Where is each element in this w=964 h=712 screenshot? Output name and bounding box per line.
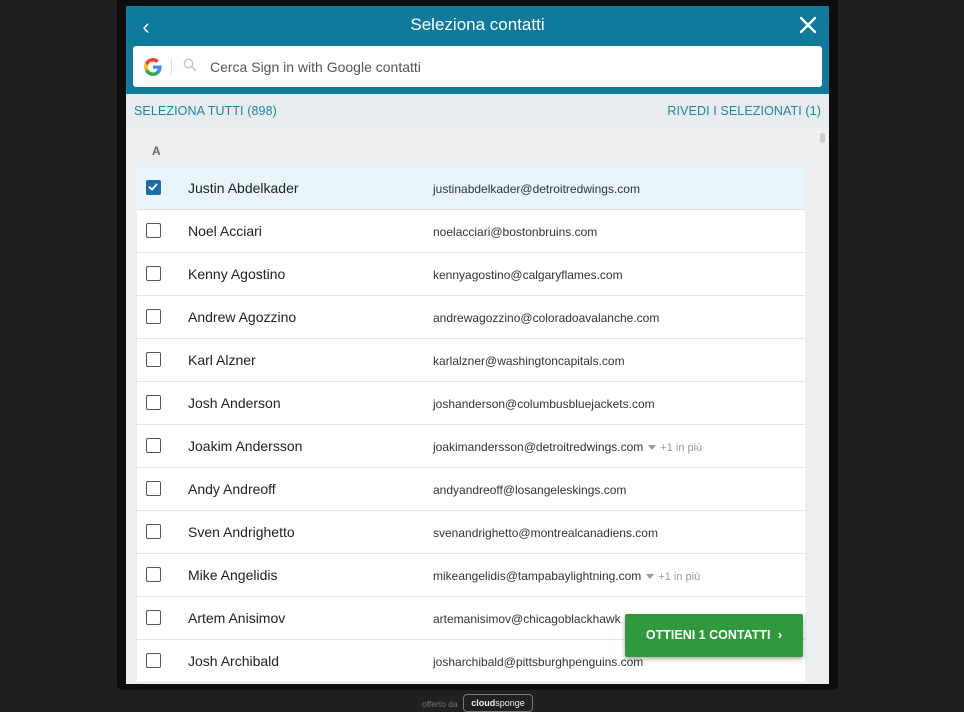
contact-checkbox[interactable] bbox=[146, 266, 161, 281]
modal-title: Seleziona contatti bbox=[410, 15, 545, 34]
contact-picker-modal: ‹ Seleziona contatti SELEZIONA T bbox=[126, 6, 829, 684]
contact-name: Andy Andreoff bbox=[188, 481, 276, 497]
contact-row[interactable]: Josh Anderson joshanderson@columbusblueja… bbox=[137, 382, 805, 425]
contact-row[interactable]: Noel Acciari noelacciari@bostonbruins.com bbox=[137, 210, 805, 253]
contact-email-text: kennyagostino@calgaryflames.com bbox=[433, 268, 623, 282]
contact-name: Mike Angelidis bbox=[188, 567, 278, 583]
scrollbar-thumb[interactable] bbox=[820, 133, 825, 143]
contact-row[interactable]: Sven Andrighetto svenandrighetto@montreal… bbox=[137, 511, 805, 554]
contact-email: joshanderson@columbusbluejackets.com bbox=[433, 397, 655, 411]
contact-row[interactable]: Andrew Agozzino andrewagozzino@coloradoav… bbox=[137, 296, 805, 339]
contact-email-text: josharchibald@pittsburghpenguins.com bbox=[433, 655, 644, 669]
contact-name: Kenny Agostino bbox=[188, 266, 286, 282]
contact-email-text: noelacciari@bostonbruins.com bbox=[433, 225, 598, 239]
contact-email-text: svenandrighetto@montrealcanadiens.com bbox=[433, 526, 658, 540]
contact-email: svenandrighetto@montrealcanadiens.com bbox=[433, 526, 658, 540]
contact-email: justinabdelkader@detroitredwings.com bbox=[433, 182, 640, 196]
contact-email-text: justinabdelkader@detroitredwings.com bbox=[433, 182, 640, 196]
contact-email: andyandreoff@losangeleskings.com bbox=[433, 483, 626, 497]
contact-email-text: andrewagozzino@coloradoavalanche.com bbox=[433, 311, 660, 325]
contact-checkbox[interactable] bbox=[146, 223, 161, 238]
contact-row[interactable]: Karl Alzner karlalzner@washingtoncapitals… bbox=[137, 339, 805, 382]
contact-row[interactable]: Justin Abdelkader justinabdelkader@detroi… bbox=[137, 167, 805, 210]
contact-email: mikeangelidis@tampabaylightning.com +1 in… bbox=[433, 569, 700, 583]
contact-row[interactable]: Joakim Andersson joakimandersson@detroitr… bbox=[137, 425, 805, 468]
contact-email-text: karlalzner@washingtoncapitals.com bbox=[433, 354, 625, 368]
contact-checkbox[interactable] bbox=[146, 352, 161, 367]
cloudsponge-logo[interactable]: cloudsponge bbox=[463, 694, 533, 712]
contact-email: joakimandersson@detroitredwings.com +1 in… bbox=[433, 440, 702, 454]
contact-email-text: joakimandersson@detroitredwings.com bbox=[433, 440, 644, 454]
contact-email-text: mikeangelidis@tampabaylightning.com bbox=[433, 569, 642, 583]
contact-name: Josh Anderson bbox=[188, 395, 281, 411]
checkmark-icon bbox=[148, 183, 158, 191]
close-icon bbox=[799, 16, 817, 34]
contact-email: andrewagozzino@coloradoavalanche.com bbox=[433, 311, 659, 325]
section-letter: A bbox=[152, 144, 161, 158]
contact-name: Sven Andrighetto bbox=[188, 524, 295, 540]
contact-checkbox[interactable] bbox=[146, 524, 161, 539]
chevron-right-icon: › bbox=[777, 628, 783, 642]
contact-email-text: artemanisimov@chicagoblackhawk bbox=[433, 612, 621, 626]
contact-email: noelacciari@bostonbruins.com bbox=[433, 225, 597, 239]
caret-down-icon[interactable] bbox=[648, 445, 657, 451]
search-box bbox=[133, 46, 822, 87]
contact-name: Artem Anisimov bbox=[188, 610, 286, 626]
review-selected-button[interactable]: RIVEDI I SELEZIONATI (1) bbox=[667, 104, 821, 118]
brand-rest: sponge bbox=[495, 698, 525, 708]
contact-name: Karl Alzner bbox=[188, 352, 256, 368]
brand-bold: cloud bbox=[471, 698, 496, 708]
selection-toolbar: SELEZIONA TUTTI (898) RIVEDI I SELEZIONA… bbox=[126, 94, 829, 128]
search-input[interactable] bbox=[210, 56, 800, 78]
modal-header: ‹ Seleziona contatti bbox=[126, 6, 829, 94]
more-emails-label[interactable]: +1 in più bbox=[660, 442, 702, 454]
contact-name: Justin Abdelkader bbox=[188, 180, 299, 196]
contact-checkbox[interactable] bbox=[146, 309, 161, 324]
contact-name: Josh Archibald bbox=[188, 653, 280, 669]
contact-email: josharchibald@pittsburghpenguins.com bbox=[433, 655, 643, 669]
contact-name: Noel Acciari bbox=[188, 223, 262, 239]
contact-checkbox[interactable] bbox=[146, 180, 161, 195]
contact-name: Joakim Andersson bbox=[188, 438, 303, 454]
contact-checkbox[interactable] bbox=[146, 395, 161, 410]
get-contacts-label: OTTIENI 1 CONTATTI bbox=[645, 628, 771, 642]
contact-email: artemanisimov@chicagoblackhawk bbox=[433, 612, 621, 626]
contact-checkbox[interactable] bbox=[146, 653, 161, 668]
contact-row[interactable]: Kenny Agostino kennyagostino@calgaryflame… bbox=[137, 253, 805, 296]
contact-checkbox[interactable] bbox=[146, 610, 161, 625]
contact-checkbox[interactable] bbox=[146, 438, 161, 453]
select-all-button[interactable]: SELEZIONA TUTTI (898) bbox=[134, 104, 277, 118]
contact-email-text: joshanderson@columbusbluejackets.com bbox=[433, 397, 655, 411]
search-icon bbox=[183, 58, 197, 72]
contact-email: karlalzner@washingtoncapitals.com bbox=[433, 354, 625, 368]
contact-email-text: andyandreoff@losangeleskings.com bbox=[433, 483, 627, 497]
google-g-icon bbox=[144, 58, 162, 76]
contact-checkbox[interactable] bbox=[146, 567, 161, 582]
contact-row[interactable]: Andy Andreoff andyandreoff@losangelesking… bbox=[137, 468, 805, 511]
contact-list-area: A Justin Abdelkader justinabdelkader@detr… bbox=[126, 128, 829, 684]
caret-down-icon[interactable] bbox=[646, 574, 655, 580]
contact-name: Andrew Agozzino bbox=[188, 309, 297, 325]
contact-row[interactable]: Mike Angelidis mikeangelidis@tampabayligh… bbox=[137, 554, 805, 597]
offered-by-text: offerto da bbox=[422, 699, 458, 709]
contact-checkbox[interactable] bbox=[146, 481, 161, 496]
contact-email: kennyagostino@calgaryflames.com bbox=[433, 268, 623, 282]
close-button[interactable] bbox=[795, 10, 821, 40]
search-divider bbox=[171, 59, 172, 75]
more-emails-label[interactable]: +1 in più bbox=[658, 571, 700, 583]
get-contacts-button[interactable]: OTTIENI 1 CONTATTI › bbox=[625, 614, 803, 657]
scrollbar[interactable] bbox=[819, 128, 826, 684]
contact-list: Justin Abdelkader justinabdelkader@detroi… bbox=[137, 167, 805, 683]
